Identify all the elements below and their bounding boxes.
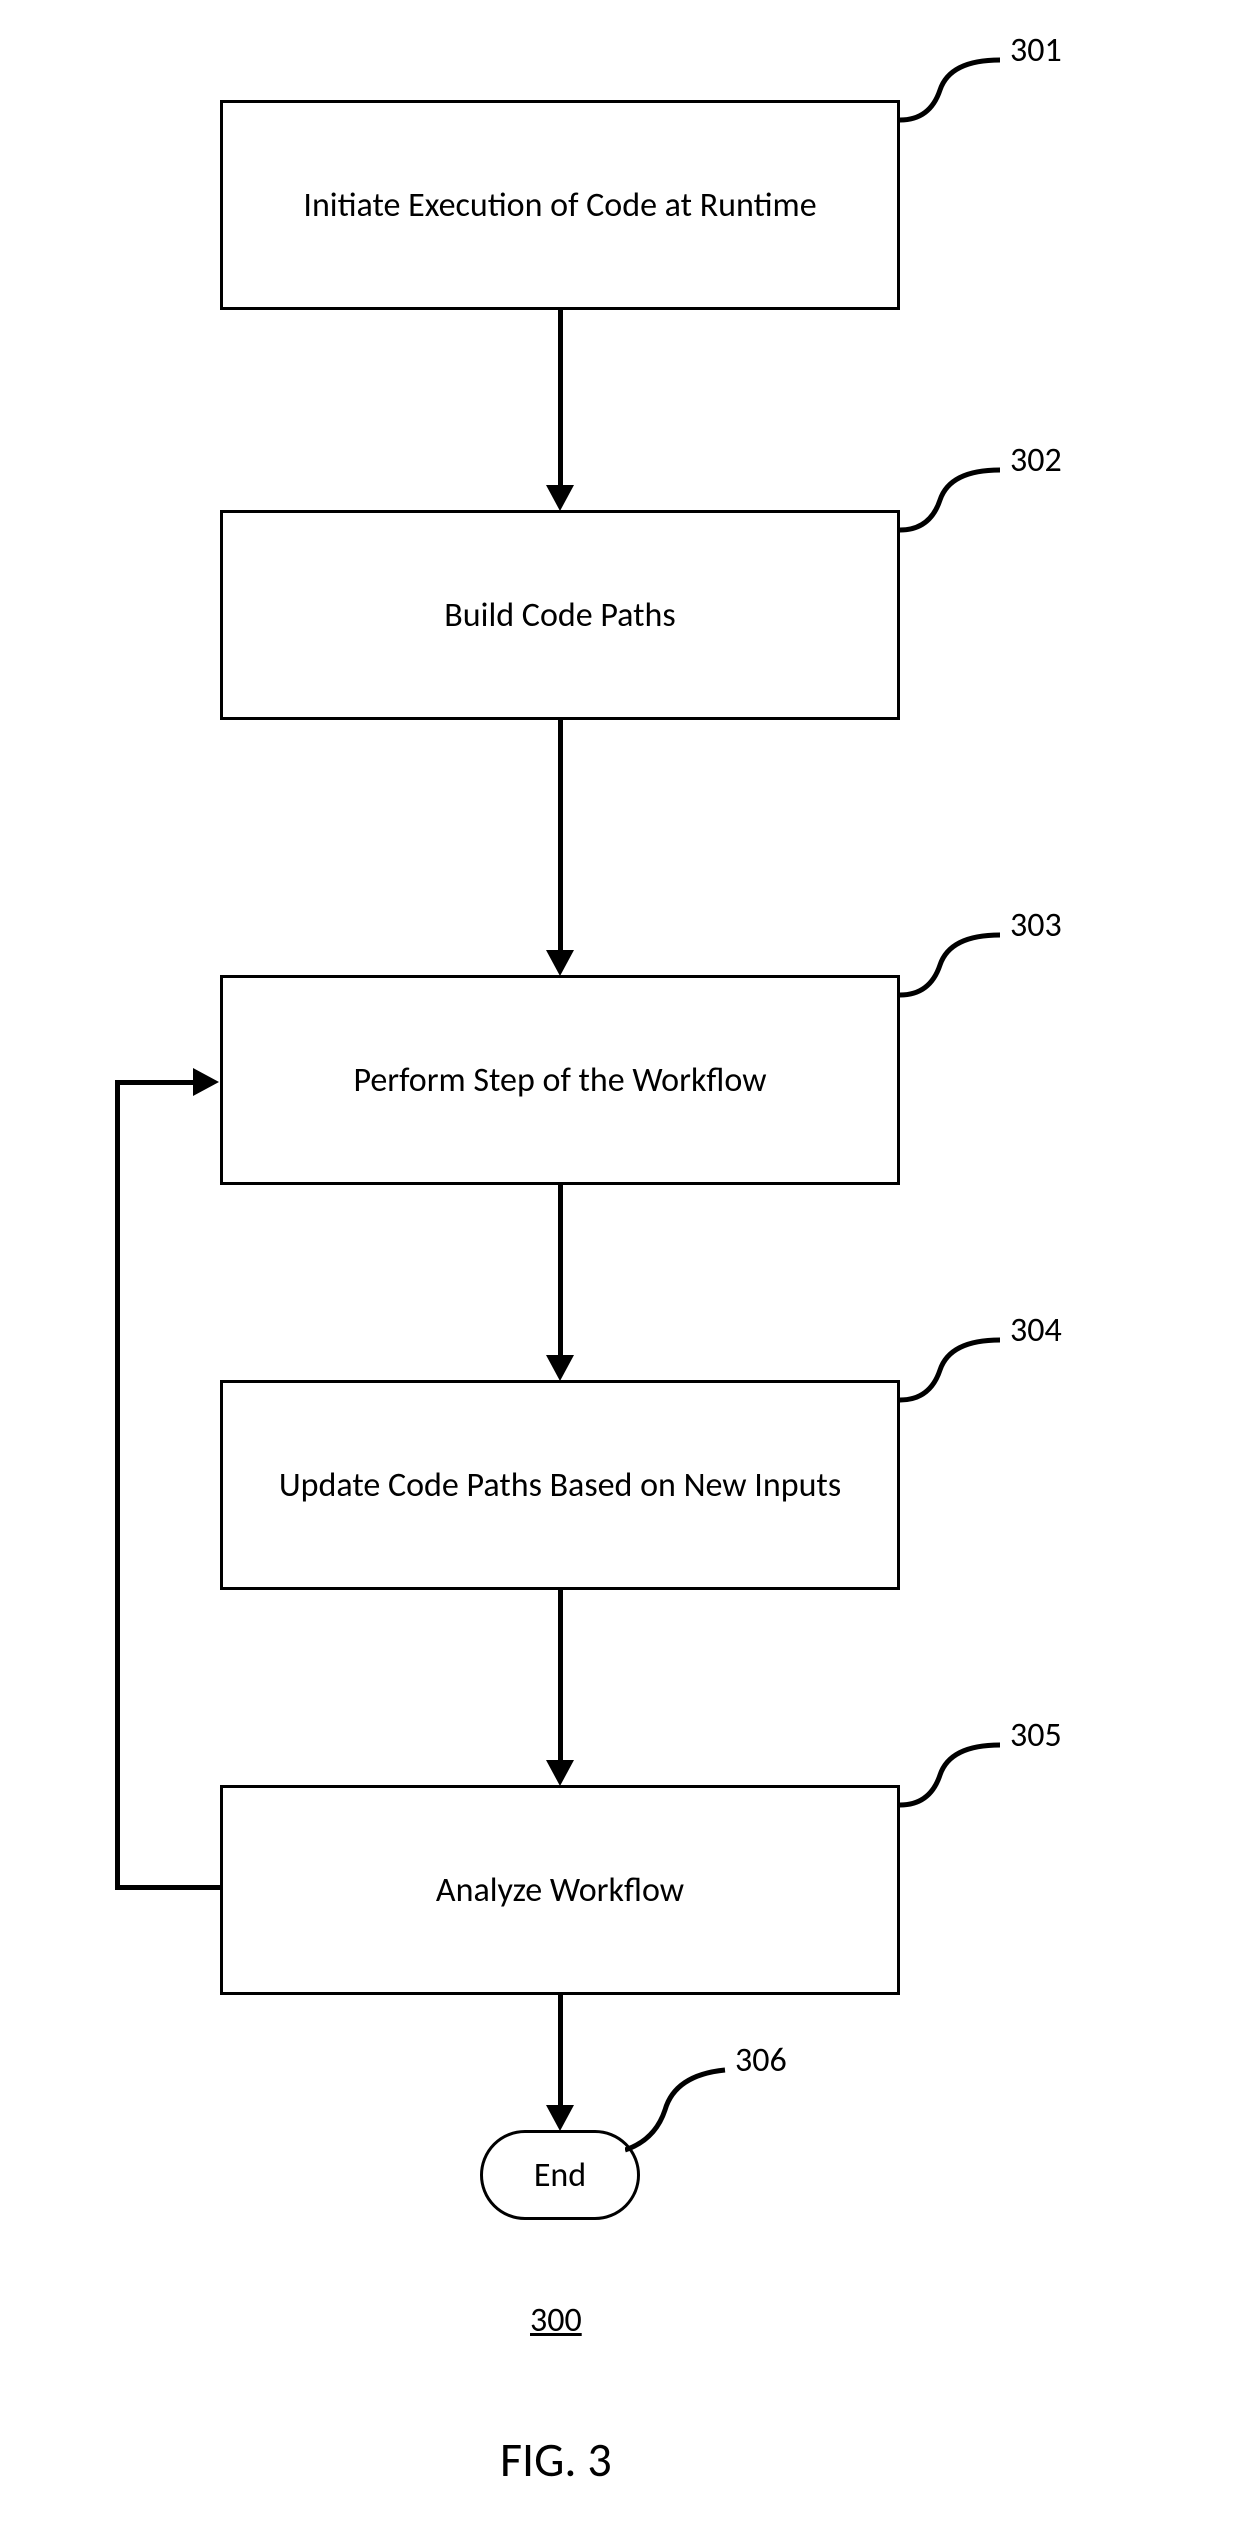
ref-label-4: 304 xyxy=(1010,1310,1062,1351)
arrowhead-3-4 xyxy=(546,1355,574,1381)
step-box-4: Update Code Paths Based on New Inputs xyxy=(220,1380,900,1590)
curve-connector-end xyxy=(625,2060,745,2180)
step-box-1: Initiate Execution of Code at Runtime xyxy=(220,100,900,310)
curve-connector-3 xyxy=(900,925,1020,1045)
step-text-3: Perform Step of the Workflow xyxy=(353,1060,766,1101)
loop-arrowhead xyxy=(193,1068,219,1096)
end-terminator: End xyxy=(480,2130,640,2220)
arrow-2-3 xyxy=(558,720,563,955)
step-text-1: Initiate Execution of Code at Runtime xyxy=(303,185,816,226)
curve-connector-5 xyxy=(900,1735,1020,1855)
step-box-2: Build Code Paths xyxy=(220,510,900,720)
ref-label-2: 302 xyxy=(1010,440,1062,481)
arrow-5-end xyxy=(558,1995,563,2110)
arrowhead-5-end xyxy=(546,2105,574,2131)
arrow-3-4 xyxy=(558,1185,563,1360)
end-text: End xyxy=(534,2155,586,2196)
loop-top-horizontal xyxy=(115,1080,195,1085)
curve-connector-1 xyxy=(900,50,1020,170)
figure-caption: FIG. 3 xyxy=(500,2430,612,2489)
step-box-5: Analyze Workflow xyxy=(220,1785,900,1995)
curve-connector-4 xyxy=(900,1330,1020,1450)
ref-label-end: 306 xyxy=(735,2040,787,2081)
ref-label-5: 305 xyxy=(1010,1715,1062,1756)
arrowhead-4-5 xyxy=(546,1760,574,1786)
loop-bottom-horizontal xyxy=(115,1885,223,1890)
arrowhead-2-3 xyxy=(546,950,574,976)
curve-connector-2 xyxy=(900,460,1020,580)
arrow-4-5 xyxy=(558,1590,563,1765)
step-text-5: Analyze Workflow xyxy=(436,1870,684,1911)
arrowhead-1-2 xyxy=(546,485,574,511)
step-text-2: Build Code Paths xyxy=(444,595,675,636)
loop-vertical xyxy=(115,1080,120,1890)
arrow-1-2 xyxy=(558,310,563,490)
step-text-4: Update Code Paths Based on New Inputs xyxy=(279,1465,841,1506)
ref-label-1: 301 xyxy=(1010,30,1062,71)
ref-label-3: 303 xyxy=(1010,905,1062,946)
step-box-3: Perform Step of the Workflow xyxy=(220,975,900,1185)
figure-number: 300 xyxy=(530,2300,582,2341)
flowchart-container: Initiate Execution of Code at Runtime 30… xyxy=(0,0,1240,2536)
